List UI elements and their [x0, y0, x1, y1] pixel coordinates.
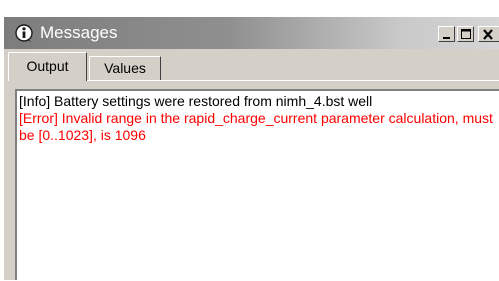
info-icon	[14, 23, 34, 43]
tab-output[interactable]: Output	[8, 52, 87, 81]
title-bar[interactable]: Messages	[4, 17, 499, 49]
tab-values[interactable]: Values	[89, 56, 161, 80]
maximize-icon	[461, 29, 471, 39]
tab-values-label: Values	[104, 60, 146, 76]
maximize-button[interactable]	[457, 26, 474, 42]
close-icon	[483, 29, 493, 40]
tab-output-label: Output	[26, 58, 69, 74]
close-button[interactable]	[478, 26, 499, 42]
minimize-button[interactable]	[438, 26, 455, 42]
window-title: Messages	[40, 23, 118, 42]
tab-panel	[8, 80, 499, 281]
messages-window: Messages Output Values	[3, 16, 499, 280]
minimize-icon	[443, 37, 450, 39]
